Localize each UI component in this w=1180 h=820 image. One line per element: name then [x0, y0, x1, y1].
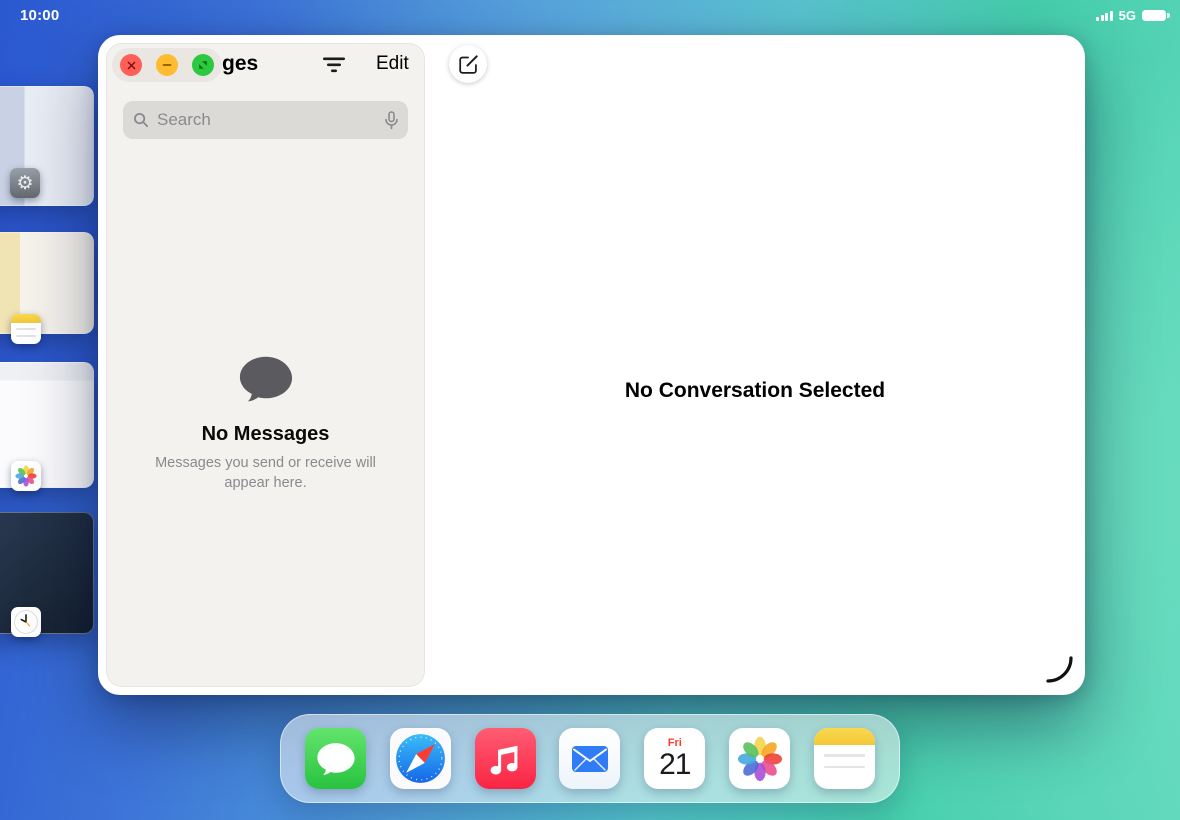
- minimize-button[interactable]: [156, 54, 178, 76]
- mic-icon[interactable]: [385, 111, 398, 135]
- search-field[interactable]: [123, 101, 408, 139]
- conversation-sidebar: No Messages Messages you send or receive…: [106, 43, 425, 687]
- search-icon: [133, 112, 149, 133]
- window-resize-handle[interactable]: [1045, 655, 1073, 683]
- safari-compass-icon: [390, 728, 451, 789]
- notes-icon-line: [16, 335, 36, 337]
- filter-button[interactable]: [322, 57, 346, 76]
- mail-envelope-icon: [571, 745, 609, 773]
- calendar-day: 21: [659, 749, 690, 781]
- window-title: ges: [222, 52, 258, 76]
- notes-icon-line: [16, 328, 36, 330]
- compose-button[interactable]: [449, 45, 487, 83]
- search-input[interactable]: [155, 101, 376, 139]
- notes-icon-strip: [11, 314, 41, 323]
- clock-app-icon[interactable]: [11, 607, 41, 637]
- notes-icon-line: [824, 766, 865, 769]
- close-button[interactable]: [120, 54, 142, 76]
- empty-state-description: Messages you send or receive will appear…: [147, 454, 385, 493]
- music-note-icon: [475, 728, 536, 789]
- status-bar: 10:00 5G: [0, 0, 1180, 30]
- dock-mail-icon[interactable]: [559, 728, 620, 789]
- photos-app-icon[interactable]: [11, 461, 41, 491]
- photos-flower-icon: [14, 464, 38, 488]
- notes-icon-line: [824, 754, 865, 757]
- messages-window: No Messages Messages you send or receive…: [98, 35, 1085, 695]
- messages-bubble-icon: [316, 741, 356, 777]
- zoom-button[interactable]: [192, 54, 214, 76]
- dock-notes-icon[interactable]: [814, 728, 875, 789]
- notes-app-icon[interactable]: [11, 314, 41, 344]
- chat-bubble-icon: [238, 354, 294, 409]
- dock-calendar-icon[interactable]: Fri 21: [644, 728, 705, 789]
- dock-music-icon[interactable]: [475, 728, 536, 789]
- dock: Fri 21: [280, 714, 900, 803]
- status-indicators: 5G: [1096, 8, 1166, 23]
- no-conversation-label: No Conversation Selected: [425, 379, 1085, 403]
- gear-icon: ⚙: [16, 174, 33, 193]
- notes-icon-strip: [814, 728, 875, 745]
- dock-messages-icon[interactable]: [305, 728, 366, 789]
- sidebar-empty-state: No Messages Messages you send or receive…: [107, 354, 424, 493]
- wallpaper: 10:00 5G ⚙: [0, 0, 1180, 820]
- empty-state-title: No Messages: [202, 423, 330, 446]
- edit-button[interactable]: Edit: [376, 53, 409, 75]
- status-time: 10:00: [20, 7, 59, 24]
- window-controls: [112, 48, 222, 82]
- network-type: 5G: [1119, 8, 1136, 23]
- dock-photos-icon[interactable]: [729, 728, 790, 789]
- square-and-pencil-icon: [458, 54, 479, 75]
- settings-gear-icon[interactable]: ⚙: [10, 168, 40, 198]
- battery-icon: [1142, 10, 1166, 22]
- signal-strength-icon: [1096, 10, 1113, 21]
- filter-lines-icon: [322, 57, 346, 73]
- photos-flower-icon: [735, 734, 785, 784]
- dock-safari-icon[interactable]: [390, 728, 451, 789]
- clock-face-icon: [13, 609, 39, 635]
